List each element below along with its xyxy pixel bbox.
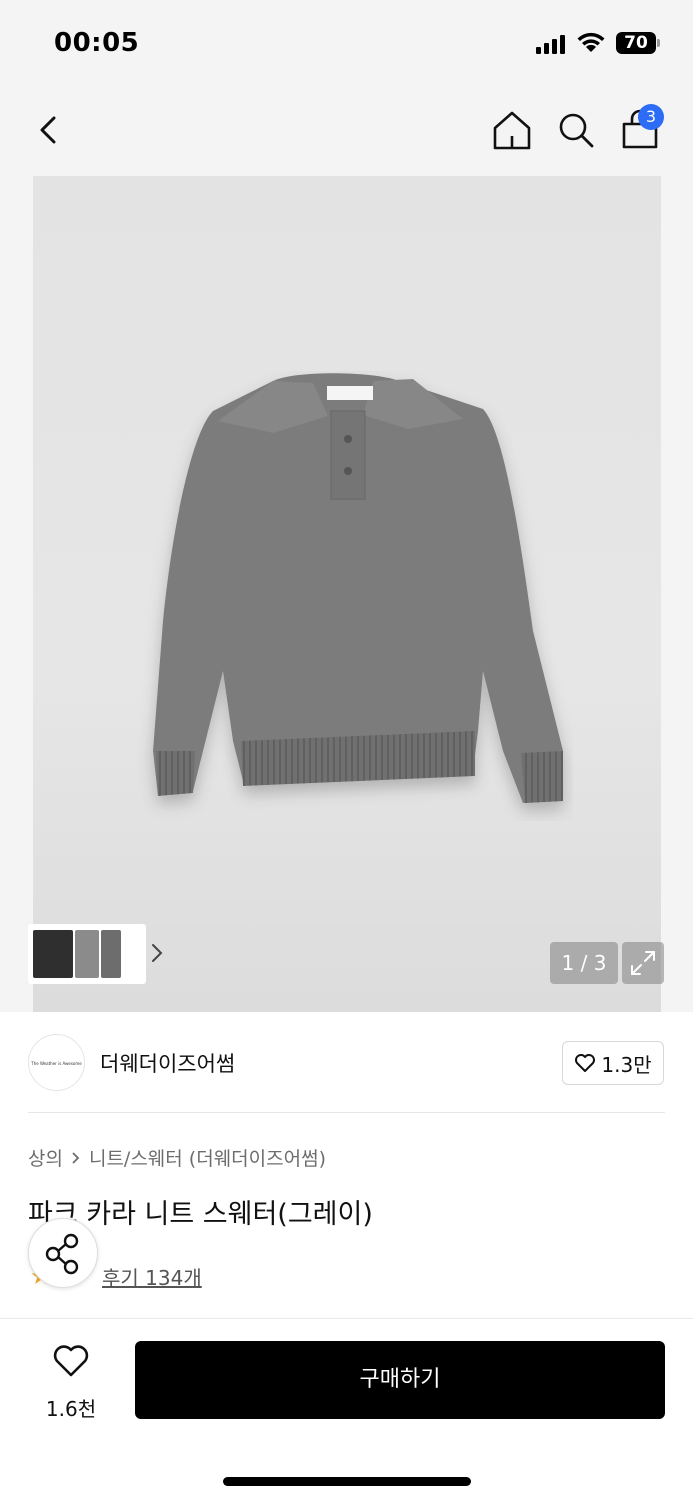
thumbnail-strip[interactable] [28, 924, 163, 984]
status-time: 00:05 [54, 28, 140, 58]
brand-name[interactable]: 더웨더이즈어썸 [100, 1048, 235, 1078]
breadcrumb: 상의 니트/스웨터 (더웨더이즈어썸) [28, 1144, 326, 1171]
expand-icon [631, 951, 655, 975]
status-bar: 00:05 70 [0, 0, 693, 90]
wishlist-count: 1.6천 [45, 1397, 97, 1421]
top-navigation: 3 [0, 90, 693, 176]
thumbnail-gray-sweater-1[interactable] [75, 930, 99, 978]
brand-logo[interactable]: The Weather is Awesome [28, 1034, 85, 1091]
wifi-icon [577, 32, 605, 52]
product-gallery[interactable]: 1 / 3 [0, 176, 693, 1012]
thumbnail-black-sweater[interactable] [33, 930, 73, 978]
breadcrumb-subcategory[interactable]: 니트/스웨터 (더웨더이즈어썸) [89, 1144, 326, 1171]
buy-button[interactable]: 구매하기 [135, 1341, 665, 1419]
battery-cap-icon [657, 39, 660, 47]
divider [28, 1112, 665, 1113]
cellular-signal-icon [536, 34, 565, 54]
bottom-action-bar: 1.6천 구매하기 [0, 1318, 693, 1500]
share-button[interactable] [28, 1218, 98, 1288]
gray-sweater-image [153, 373, 563, 803]
thumbnail-gray-sweater-2[interactable] [101, 930, 121, 978]
review-link[interactable]: 후기 134개 [102, 1262, 202, 1291]
cart-count-badge: 3 [638, 104, 664, 130]
wishlist-button[interactable]: 1.6천 [30, 1343, 112, 1423]
chevron-right-icon[interactable] [148, 942, 168, 964]
battery-indicator: 70 [616, 32, 656, 54]
brand-like-count: 1.3만 [601, 1052, 652, 1077]
back-arrow-icon[interactable] [30, 110, 70, 150]
image-page-counter: 1 / 3 [550, 942, 618, 984]
search-icon[interactable] [554, 108, 598, 152]
home-icon[interactable] [490, 108, 534, 152]
home-indicator[interactable] [223, 1477, 471, 1486]
brand-row[interactable]: The Weather is Awesome 더웨더이즈어썸 1.3만 [0, 1012, 693, 1112]
heart-icon [575, 1054, 596, 1072]
heart-icon [53, 1345, 89, 1377]
brand-like-button[interactable]: 1.3만 [562, 1041, 664, 1085]
breadcrumb-category[interactable]: 상의 [28, 1144, 63, 1171]
fullscreen-button[interactable] [622, 942, 664, 984]
chevron-right-icon [72, 1151, 80, 1164]
share-icon [45, 1233, 79, 1275]
product-image[interactable] [33, 176, 661, 1012]
